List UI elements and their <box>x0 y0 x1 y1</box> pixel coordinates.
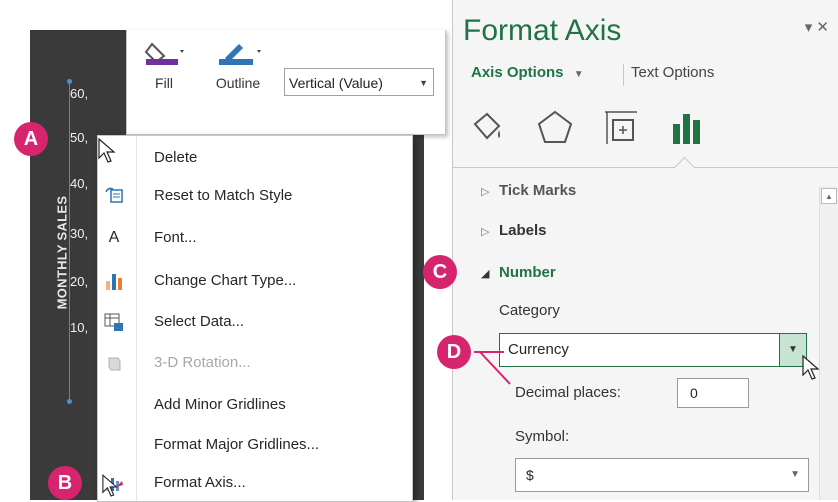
callout-d-leader-line <box>474 351 511 385</box>
scroll-up-button[interactable]: ▲ <box>821 188 837 204</box>
tick-label: 50, <box>70 130 89 145</box>
tick-label: 60, <box>70 86 89 101</box>
pane-close-button[interactable]: ▾ ✕ <box>805 18 829 36</box>
chart-element-dropdown[interactable]: Vertical (Value) ▼ <box>284 68 434 96</box>
callout-d: D <box>437 335 471 369</box>
fill-button[interactable]: Fill <box>139 42 189 91</box>
format-axis-pane: Format Axis ▾ ✕ Axis Options ▼ Text Opti… <box>452 0 838 500</box>
fill-label: Fill <box>155 75 173 91</box>
menu-item-label: Reset to Match Style <box>154 187 293 204</box>
outline-button[interactable]: Outline <box>201 42 275 91</box>
tick-label: 40, <box>70 176 89 191</box>
section-label: Tick Marks <box>499 182 577 199</box>
section-label: Number <box>499 264 556 281</box>
mini-toolbar: Fill Outline Vertical (Value) ▼ <box>126 30 446 135</box>
pencil-icon <box>219 44 261 65</box>
symbol-value: $ <box>526 467 534 483</box>
mouse-pointer-icon <box>102 474 118 497</box>
pane-title: Format Axis <box>463 14 622 47</box>
menu-item-label: Format Axis... <box>154 474 246 491</box>
active-icon-pointer <box>673 156 696 179</box>
icon-row-divider <box>453 167 838 168</box>
menu-item-reset-style[interactable]: Reset to Match Style <box>98 177 412 215</box>
symbol-label: Symbol: <box>515 428 570 445</box>
tab-text-options[interactable]: Text Options <box>631 64 714 81</box>
cube-icon <box>108 357 121 371</box>
menu-item-label: 3-D Rotation... <box>154 354 251 371</box>
menu-item-font[interactable]: A Font... <box>98 219 412 257</box>
tab-divider <box>623 64 624 86</box>
menu-item-label: Add Minor Gridlines <box>154 396 286 413</box>
tick-label: 20, <box>70 274 89 289</box>
section-label: Labels <box>499 222 547 239</box>
menu-item-select-data[interactable]: Select Data... <box>98 303 412 341</box>
menu-item-delete[interactable]: Delete <box>98 139 412 177</box>
category-dropdown[interactable]: Currency ▼ <box>499 333 807 367</box>
callout-c: C <box>423 255 457 289</box>
tab-axis-options[interactable]: Axis Options ▼ <box>471 64 584 81</box>
tick-label: 30, <box>70 226 89 241</box>
chevron-expanded-icon: ◢ <box>481 268 490 280</box>
menu-item-label: Change Chart Type... <box>154 272 297 289</box>
fill-line-icon[interactable] <box>467 108 507 148</box>
effects-pentagon-icon[interactable] <box>535 108 575 148</box>
reset-style-icon <box>105 187 123 203</box>
menu-item-label: Font... <box>154 229 197 246</box>
outline-label: Outline <box>215 75 261 91</box>
menu-item-add-minor-gridlines[interactable]: Add Minor Gridlines <box>98 386 412 424</box>
decimal-places-input[interactable]: 0 <box>677 378 749 408</box>
axis-options-bar-icon[interactable] <box>667 108 707 148</box>
paint-bucket-icon <box>144 42 184 65</box>
decimal-places-label: Decimal places: <box>515 384 621 401</box>
menu-item-label: Delete <box>154 149 198 166</box>
select-data-icon <box>104 313 123 331</box>
chevron-right-icon: ▷ <box>481 186 490 198</box>
font-icon: A <box>108 229 120 246</box>
chart-type-icon <box>106 274 122 290</box>
section-labels[interactable]: ▷ Labels <box>481 222 547 239</box>
axis-selection-handle-top[interactable] <box>67 79 72 84</box>
tab-label: Axis Options <box>471 64 564 81</box>
chevron-down-icon: ▼ <box>573 69 584 80</box>
pane-scrollbar[interactable]: ▲ <box>819 186 838 500</box>
menu-item-format-major-gridlines[interactable]: Format Major Gridlines... <box>98 426 412 464</box>
callout-b: B <box>48 466 82 500</box>
menu-item-label: Select Data... <box>154 313 245 330</box>
menu-item-format-axis[interactable]: Format Axis... <box>98 464 412 502</box>
chart-element-value: Vertical (Value) <box>289 75 383 91</box>
category-label: Category <box>499 302 560 319</box>
menu-item-3d-rotation: 3-D Rotation... <box>98 344 412 382</box>
y-axis-title[interactable]: MONTHLY SALES <box>55 193 70 313</box>
callout-a: A <box>14 122 48 156</box>
context-menu: Delete Reset to Match Style A Font... Ch… <box>97 135 413 502</box>
section-number[interactable]: ◢ Number <box>481 264 556 281</box>
mouse-pointer-icon <box>98 138 116 163</box>
mouse-pointer-icon <box>802 354 820 380</box>
chevron-right-icon: ▷ <box>481 226 490 238</box>
menu-item-label: Format Major Gridlines... <box>154 436 320 453</box>
menu-item-change-chart-type[interactable]: Change Chart Type... <box>98 262 412 300</box>
chevron-down-icon: ▼ <box>419 78 428 88</box>
axis-selection-handle-bottom[interactable] <box>67 399 72 404</box>
chevron-down-icon: ▼ <box>790 469 800 480</box>
size-properties-icon[interactable] <box>601 108 641 148</box>
symbol-dropdown[interactable]: $ ▼ <box>515 458 809 492</box>
tick-label: 10, <box>70 320 89 335</box>
section-tick-marks[interactable]: ▷ Tick Marks <box>481 182 576 199</box>
